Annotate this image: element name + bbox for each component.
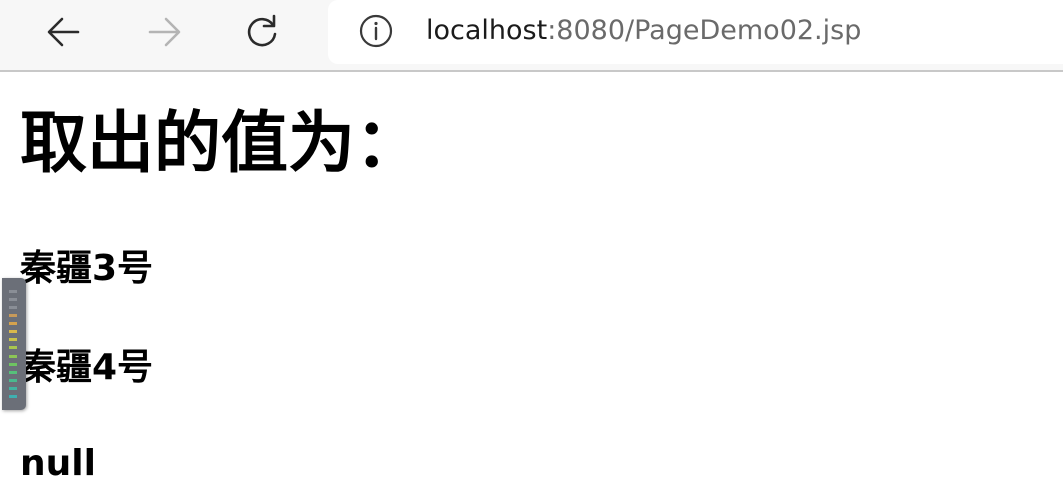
forward-button[interactable]	[142, 10, 186, 54]
back-button[interactable]	[42, 10, 86, 54]
url-path: :8080/PageDemo02.jsp	[547, 15, 862, 46]
address-bar[interactable]: localhost:8080/PageDemo02.jsp	[328, 0, 1063, 64]
value-item: 秦疆3号	[20, 248, 154, 289]
forward-arrow-icon	[148, 17, 181, 47]
value-item: null	[20, 443, 96, 484]
page-heading: 取出的值为：	[20, 104, 422, 182]
value-item: 秦疆4号	[20, 347, 154, 388]
reload-icon	[247, 14, 277, 47]
url-text[interactable]: localhost:8080/PageDemo02.jsp	[426, 14, 861, 48]
back-arrow-icon	[47, 17, 80, 47]
browser-toolbar: localhost:8080/PageDemo02.jsp	[0, 0, 1063, 72]
level-meter-icon	[9, 290, 17, 398]
info-icon[interactable]	[358, 13, 394, 49]
side-level-meter-widget[interactable]	[2, 278, 26, 410]
url-host: localhost	[426, 15, 548, 46]
reload-button[interactable]	[240, 10, 284, 54]
